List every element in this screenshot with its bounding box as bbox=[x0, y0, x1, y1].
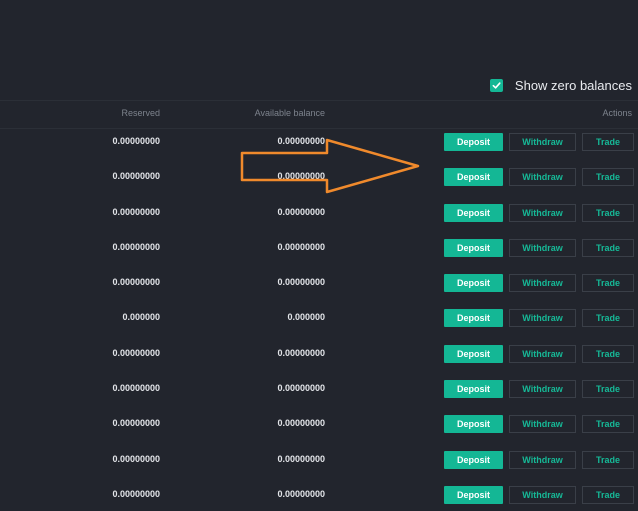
available-balance-value: 0.00000000 bbox=[277, 383, 325, 394]
table-row: 0.00000000 0.00000000 Deposit Withdraw Trade bbox=[0, 194, 638, 229]
toolbar: Show zero balances bbox=[0, 0, 638, 100]
trade-button[interactable]: Trade bbox=[582, 203, 634, 222]
deposit-button[interactable]: Deposit bbox=[444, 309, 503, 328]
trade-button[interactable]: Trade bbox=[582, 415, 634, 434]
deposit-button[interactable]: Deposit bbox=[444, 380, 503, 399]
available-balance-value: 0.00000000 bbox=[277, 418, 325, 429]
reserved-value: 0.00000000 bbox=[112, 418, 160, 429]
withdraw-button[interactable]: Withdraw bbox=[509, 415, 576, 434]
available-balance-value: 0.00000000 bbox=[277, 171, 325, 182]
trade-button[interactable]: Trade bbox=[582, 380, 634, 399]
withdraw-button[interactable]: Withdraw bbox=[509, 274, 576, 293]
withdraw-button[interactable]: Withdraw bbox=[509, 133, 576, 151]
reserved-value: 0.00000000 bbox=[112, 488, 160, 499]
available-balance-value: 0.00000000 bbox=[277, 453, 325, 464]
trade-button[interactable]: Trade bbox=[582, 309, 634, 328]
withdraw-button[interactable]: Withdraw bbox=[509, 309, 576, 328]
trade-button[interactable]: Trade bbox=[582, 238, 634, 257]
reserved-value: 0.00000000 bbox=[112, 206, 160, 217]
reserved-value: 0.00000000 bbox=[112, 453, 160, 464]
deposit-button[interactable]: Deposit bbox=[444, 344, 503, 363]
table-row: 0.00000000 0.00000000 Deposit Withdraw Trade bbox=[0, 441, 638, 476]
available-balance-value: 0.00000000 bbox=[277, 347, 325, 358]
withdraw-button[interactable]: Withdraw bbox=[509, 380, 576, 399]
deposit-button[interactable]: Deposit bbox=[444, 238, 503, 257]
deposit-button[interactable]: Deposit bbox=[444, 274, 503, 293]
reserved-value: 0.00000000 bbox=[112, 277, 160, 288]
trade-button[interactable]: Trade bbox=[582, 344, 634, 363]
deposit-button[interactable]: Deposit bbox=[444, 450, 503, 469]
table-row: 0.00000000 0.00000000 Deposit Withdraw Trade bbox=[0, 476, 638, 511]
available-balance-value: 0.00000000 bbox=[277, 241, 325, 252]
trade-button[interactable]: Trade bbox=[582, 133, 634, 151]
balances-table-body: 0.00000000 0.00000000 Deposit Withdraw Trade… bbox=[0, 123, 638, 511]
table-row: 0.00000000 0.00000000 Deposit Withdraw Trade bbox=[0, 370, 638, 405]
available-balance-value: 0.00000000 bbox=[277, 488, 325, 499]
table-row: 0.00000000 0.00000000 Deposit Withdraw Trade bbox=[0, 158, 638, 193]
deposit-button[interactable]: Deposit bbox=[444, 485, 503, 504]
trade-button[interactable]: Trade bbox=[582, 168, 634, 187]
show-zero-balances-checkbox[interactable] bbox=[489, 79, 503, 92]
withdraw-button[interactable]: Withdraw bbox=[509, 203, 576, 222]
withdraw-button[interactable]: Withdraw bbox=[509, 238, 576, 257]
trade-button[interactable]: Trade bbox=[582, 450, 634, 469]
available-balance-value: 0.00000000 bbox=[277, 277, 325, 288]
available-balance-value: 0.00000000 bbox=[277, 206, 325, 217]
trade-button[interactable]: Trade bbox=[582, 485, 634, 504]
reserved-value: 0.000000 bbox=[122, 312, 160, 323]
table-row: 0.000000 0.000000 Deposit Withdraw Trade bbox=[0, 299, 638, 334]
table-row: 0.00000000 0.00000000 Deposit Withdraw Trade bbox=[0, 335, 638, 370]
show-zero-balances-label: Show zero balances bbox=[514, 78, 632, 93]
table-row: 0.00000000 0.00000000 Deposit Withdraw Trade bbox=[0, 229, 638, 264]
deposit-button[interactable]: Deposit bbox=[444, 168, 503, 187]
reserved-value: 0.00000000 bbox=[112, 241, 160, 252]
available-balance-value: 0.000000 bbox=[287, 312, 325, 323]
withdraw-button[interactable]: Withdraw bbox=[509, 344, 576, 363]
withdraw-button[interactable]: Withdraw bbox=[509, 485, 576, 504]
column-header-actions: Actions bbox=[602, 108, 632, 118]
available-balance-value: 0.00000000 bbox=[277, 136, 325, 146]
reserved-value: 0.00000000 bbox=[112, 136, 160, 146]
deposit-button[interactable]: Deposit bbox=[444, 203, 503, 222]
withdraw-button[interactable]: Withdraw bbox=[509, 450, 576, 469]
reserved-value: 0.00000000 bbox=[112, 347, 160, 358]
table-row: 0.00000000 0.00000000 Deposit Withdraw Trade bbox=[0, 405, 638, 440]
deposit-button[interactable]: Deposit bbox=[444, 415, 503, 434]
reserved-value: 0.00000000 bbox=[112, 171, 160, 182]
deposit-button[interactable]: Deposit bbox=[444, 133, 503, 151]
table-row: 0.00000000 0.00000000 Deposit Withdraw Trade bbox=[0, 123, 638, 158]
column-header-reserved: Reserved bbox=[121, 108, 160, 118]
column-header-available-balance: Available balance bbox=[254, 108, 325, 118]
show-zero-balances-toggle[interactable]: Show zero balances bbox=[489, 78, 632, 93]
reserved-value: 0.00000000 bbox=[112, 383, 160, 394]
table-row: 0.00000000 0.00000000 Deposit Withdraw Trade bbox=[0, 264, 638, 299]
checkmark-icon bbox=[492, 82, 501, 89]
withdraw-button[interactable]: Withdraw bbox=[509, 168, 576, 187]
trade-button[interactable]: Trade bbox=[582, 274, 634, 293]
